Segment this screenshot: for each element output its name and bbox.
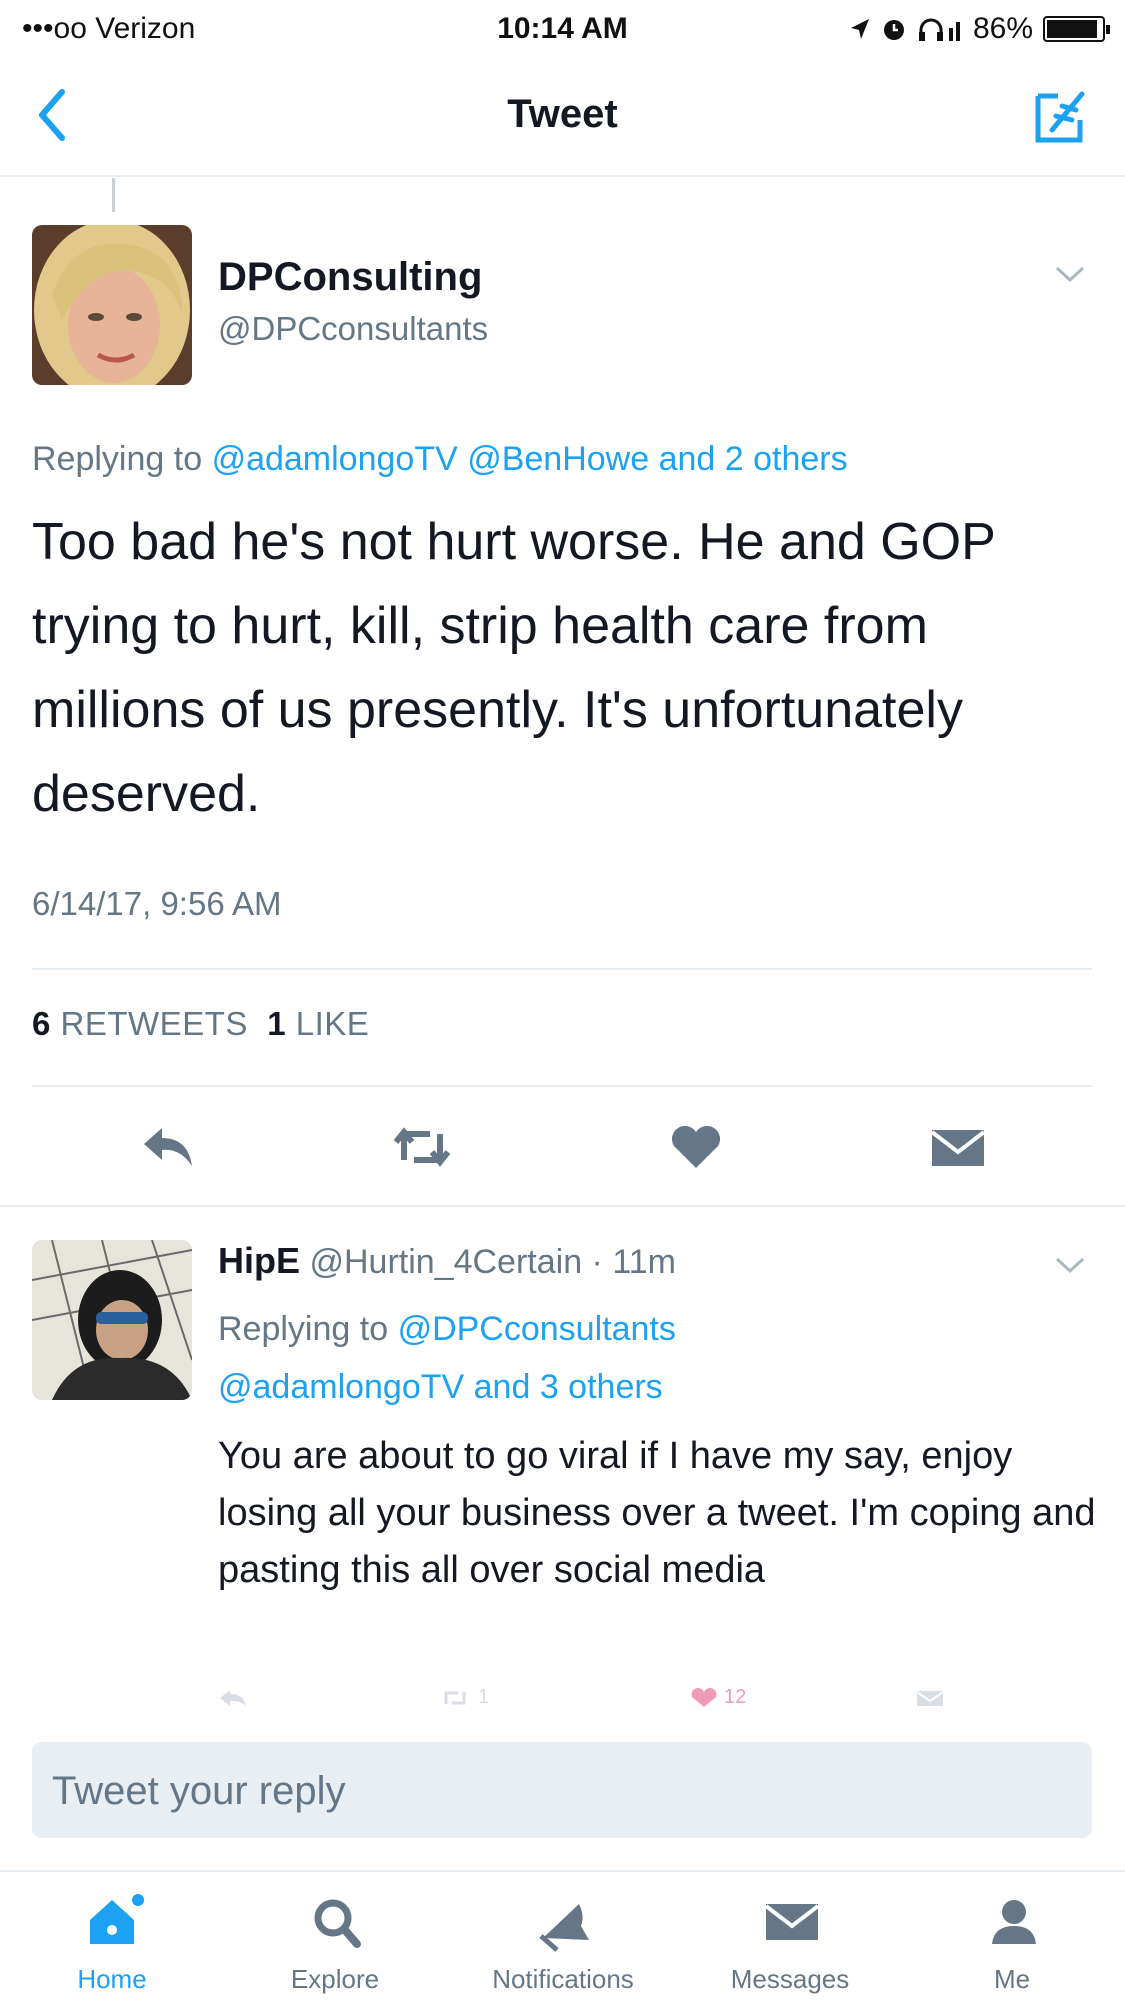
avatar-photo <box>32 225 192 385</box>
envelope-icon[interactable] <box>915 1688 945 1708</box>
replying-to-mention[interactable]: @DPCconsultants <box>398 1310 676 1348</box>
heart-icon[interactable] <box>668 1122 724 1172</box>
avatar[interactable] <box>32 225 192 385</box>
tab-notifications[interactable]: Notifications <box>473 1872 653 2003</box>
section-separator <box>0 1205 1125 1207</box>
author-handle[interactable]: @DPCconsultants <box>218 310 488 348</box>
page-title: Tweet <box>507 92 618 136</box>
tab-label: Me <box>993 1964 1031 1994</box>
tab-label: Explore <box>290 1964 380 1994</box>
retweet-icon[interactable] <box>390 1122 454 1172</box>
replying-to-mentions[interactable]: @adamlongoTV @BenHowe and 2 others <box>212 440 848 478</box>
tab-explore[interactable]: Explore <box>245 1872 425 2003</box>
retweet-icon[interactable] <box>440 1688 470 1708</box>
divider <box>32 968 1092 970</box>
reply-retweet-count: 1 <box>478 1686 490 1708</box>
envelope-icon <box>764 1904 820 1940</box>
home-icon <box>90 1894 144 1944</box>
replying-to-prefix: Replying to <box>218 1310 389 1348</box>
replying-to: Replying to @adamlongoTV @BenHowe and 2 … <box>32 440 848 479</box>
person-icon <box>992 1900 1036 1944</box>
reply-header: HipE @Hurtin_4Certain · 11m <box>218 1240 676 1282</box>
chevron-down-icon[interactable] <box>1053 262 1087 286</box>
reply-author-name[interactable]: HipE <box>218 1240 300 1281</box>
tweet-text: Too bad he's not hurt worse. He and GOP … <box>32 513 995 823</box>
divider <box>32 1085 1092 1087</box>
compose-icon[interactable] <box>1032 88 1090 146</box>
reply-replying-to: Replying to @DPCconsultants @adamlongoTV… <box>218 1300 676 1416</box>
chevron-down-icon[interactable] <box>1053 1253 1087 1277</box>
replying-to-prefix: Replying to <box>32 440 203 478</box>
author-name[interactable]: DPConsulting <box>218 255 482 300</box>
heart-icon[interactable] <box>690 1688 718 1708</box>
status-bar: •••oo Verizon 10:14 AM 86% <box>0 0 1125 60</box>
likes-count: 1 <box>267 1005 287 1042</box>
headphones-icon <box>918 18 960 41</box>
alarm-icon <box>883 20 904 40</box>
status-right: 86% <box>849 12 1110 46</box>
tab-label: Home <box>77 1964 147 1994</box>
search-icon <box>314 1899 361 1948</box>
avatar[interactable] <box>32 1240 192 1400</box>
tab-messages[interactable]: Messages <box>700 1872 880 2003</box>
reply-input[interactable] <box>50 1742 1074 1840</box>
tweet-actions <box>0 1110 1125 1190</box>
tab-me[interactable]: Me <box>922 1872 1102 2003</box>
tab-label: Messages <box>730 1964 850 1994</box>
tab-bar: Home Explore Notifications Messages Me <box>0 1870 1125 2003</box>
envelope-icon[interactable] <box>928 1122 988 1172</box>
bell-icon <box>539 1904 589 1952</box>
battery-icon <box>1043 16 1110 42</box>
tab-label: Notifications <box>492 1964 634 1994</box>
retweets-count: 6 <box>32 1005 51 1042</box>
reply-text: You are about to go viral if I have my s… <box>218 1435 1096 1591</box>
tweet-stats[interactable]: 6 RETWEETS 1 LIKE <box>32 1005 369 1043</box>
tab-home[interactable]: Home <box>22 1872 202 2003</box>
retweets-label: RETWEETS <box>60 1005 248 1042</box>
navigation-bar: Tweet <box>0 60 1125 177</box>
reply-composer[interactable] <box>32 1742 1092 1840</box>
tweet-timestamp: 6/14/17, 9:56 AM <box>32 885 282 922</box>
reply-author-handle[interactable]: @Hurtin_4Certain · 11m <box>309 1243 675 1281</box>
avatar-photo <box>32 1240 192 1400</box>
reply-like-count: 12 <box>724 1686 747 1708</box>
location-icon <box>850 19 869 39</box>
replying-to-mentions[interactable]: @adamlongoTV and 3 others <box>218 1368 663 1406</box>
reply-actions: 1 12 <box>0 1686 1125 1718</box>
thread-connector <box>112 178 115 212</box>
likes-label: LIKE <box>295 1005 370 1042</box>
reply-icon[interactable] <box>140 1122 196 1172</box>
battery-percent: 86% <box>972 12 1033 45</box>
reply-icon[interactable] <box>218 1688 248 1708</box>
